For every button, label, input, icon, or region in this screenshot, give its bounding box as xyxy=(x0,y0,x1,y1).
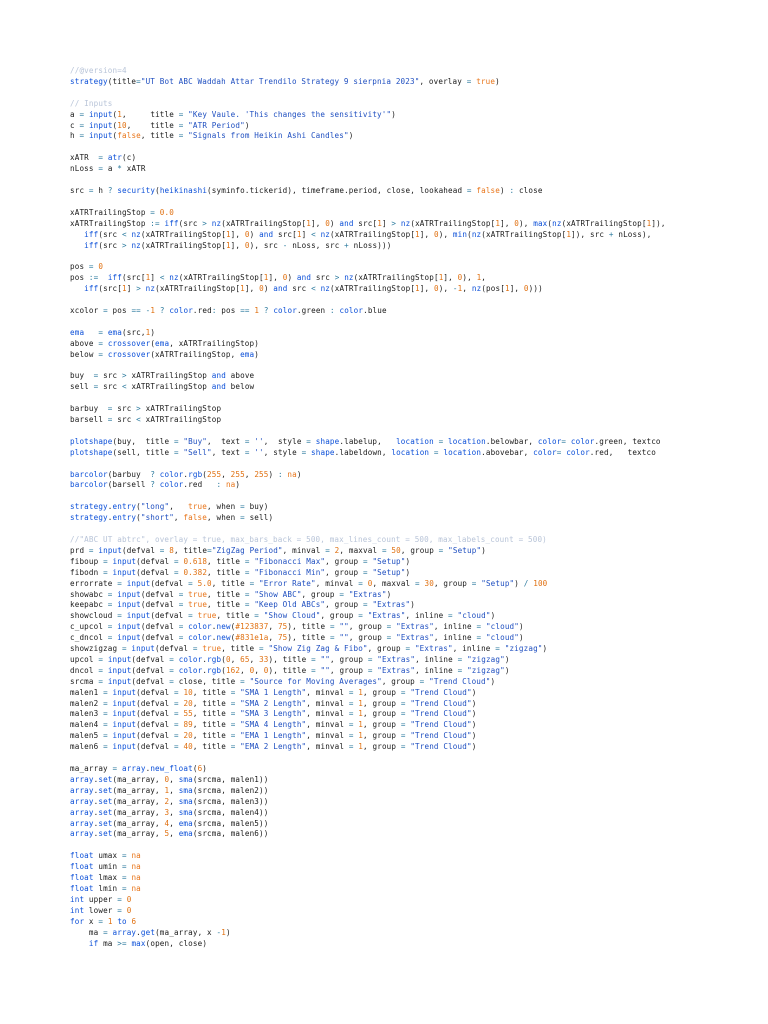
code-line: malen3 = input(defval = 55, title = "SMA… xyxy=(70,709,477,719)
code-line: pos := iff(src[1] < nz(xATRTrailingStop[… xyxy=(70,273,487,283)
code-line: array.set(ma_array, 4, ema(srcma, malen5… xyxy=(70,818,269,828)
code-line: if ma >= max(open, close) xyxy=(88,938,208,948)
code-line: strategy.entry("short", false, when = se… xyxy=(70,513,274,523)
code-line: malen1 = input(defval = 10, title = "SMA… xyxy=(70,687,477,697)
code-line: barbuy = src > xATRTrailingStop xyxy=(70,404,222,414)
code-line: sell = src < xATRTrailingStop and below xyxy=(70,382,255,392)
code-line: array.set(ma_array, 0, sma(srcma, malen1… xyxy=(70,774,269,784)
code-line: showzigzag = input(defval = true, title … xyxy=(70,644,548,654)
code-line: showabc = input(defval = true, title = "… xyxy=(70,589,392,599)
code-line: below = crossover(xATRTrailingStop, ema) xyxy=(70,349,259,359)
code-line: malen5 = input(defval = 20, title = "EMA… xyxy=(70,731,477,741)
code-line: fiboup = input(defval = 0.618, title = "… xyxy=(70,556,411,566)
code-line: buy = src > xATRTrailingStop and above xyxy=(70,371,255,381)
code-line: plotshape(buy, title = "Buy", text = '',… xyxy=(70,436,661,446)
code-line: plotshape(sell, title = "Sell", text = '… xyxy=(70,447,656,457)
code-line: barsell = src < xATRTrailingStop xyxy=(70,415,222,424)
code-line: upcol = input(defval = color.rgb(0, 65, … xyxy=(70,654,510,664)
code-line: float lmax = na xyxy=(70,873,141,883)
code-comment-line: //"ABC UT abtrc", overlay = true, max_ba… xyxy=(70,534,547,544)
code-line: iff(src[1] > nz(xATRTrailingStop[1], 0) … xyxy=(84,284,543,294)
code-line: src = h ? security(heikinashi(syminfo.ti… xyxy=(70,185,543,195)
code-line: int upper = 0 xyxy=(70,894,132,904)
code-line: showcloud = input(defval = true, title =… xyxy=(70,611,496,621)
code-line: c_dncol = input(defval = color.new(#831e… xyxy=(70,633,524,643)
code-line: malen2 = input(defval = 20, title = "SMA… xyxy=(70,698,477,708)
code-line: barcolor(barsell ? color.red : na) xyxy=(70,480,241,490)
code-line: array.set(ma_array, 5, ema(srcma, malen6… xyxy=(70,829,269,839)
code-line: malen4 = input(defval = 89, title = "SMA… xyxy=(70,720,477,730)
code-line: fibodn = input(defval = 0.382, title = "… xyxy=(70,567,411,577)
code-line: int lower = 0 xyxy=(70,905,132,915)
code-line: barcolor(barbuy ? color.rgb(255, 255, 25… xyxy=(70,469,302,479)
code-line: srcma = input(defval = close, title = "S… xyxy=(70,676,496,686)
code-line: pos = 0 xyxy=(70,262,104,272)
code-line: a = input(1, title = "Key Vaule. 'This c… xyxy=(70,109,396,119)
code-line: for x = 1 to 6 xyxy=(70,916,137,926)
code-line: ma = array.get(ma_array, x -1) xyxy=(88,927,231,937)
code-line: h = input(false, title = "Signals from H… xyxy=(70,131,354,141)
code-line: above = crossover(ema, xATRTrailingStop) xyxy=(70,338,259,348)
code-line: nLoss = a * xATR xyxy=(70,164,146,174)
code-line: float umin = na xyxy=(70,862,141,872)
code-line: xATR = atr(c) xyxy=(70,153,137,163)
code-line: ma_array = array.new_float(6) xyxy=(70,764,208,773)
code-line: strategy(title="UT Bot ABC Waddah Attar … xyxy=(70,76,500,86)
code-line: errorrate = input(defval = 5.0, title = … xyxy=(70,578,548,588)
code-line: keepabc = input(defval = true, title = "… xyxy=(70,600,415,610)
code-comment-line: //@version=4 xyxy=(70,66,127,75)
code-line: prd = input(defval = 8, title="ZigZag Pe… xyxy=(70,545,486,555)
code-comment-line: // Inputs xyxy=(70,98,113,108)
code-line: dncol = input(defval = color.rgb(162, 0,… xyxy=(70,665,510,675)
code-line: malen6 = input(defval = 40, title = "EMA… xyxy=(70,742,477,752)
code-line: float lmin = na xyxy=(70,883,141,893)
code-line: strategy.entry("long", true, when = buy) xyxy=(70,502,269,512)
code-line: array.set(ma_array, 2, sma(srcma, malen3… xyxy=(70,796,269,806)
code-line: iff(src < nz(xATRTrailingStop[1], 0) and… xyxy=(84,229,652,239)
code-line: xcolor = pos == -1 ? color.red: pos == 1… xyxy=(70,305,387,315)
code-listing: //@version=4 strategy(title="UT Bot ABC W… xyxy=(70,66,768,1024)
code-line: c_upcol = input(defval = color.new(#1238… xyxy=(70,622,524,632)
code-line: array.set(ma_array, 3, sma(srcma, malen4… xyxy=(70,807,269,817)
code-line: c = input(10, title = "ATR Period") xyxy=(70,120,250,130)
code-line: xATRTrailingStop = 0.0 xyxy=(70,207,174,217)
code-line: float umax = na xyxy=(70,851,141,861)
code-line: ema = ema(src,1) xyxy=(70,327,156,337)
code-line: iff(src > nz(xATRTrailingStop[1], 0), sr… xyxy=(84,240,392,250)
code-line: array.set(ma_array, 1, sma(srcma, malen2… xyxy=(70,785,269,795)
code-line: xATRTrailingStop := iff(src > nz(xATRTra… xyxy=(70,218,666,228)
